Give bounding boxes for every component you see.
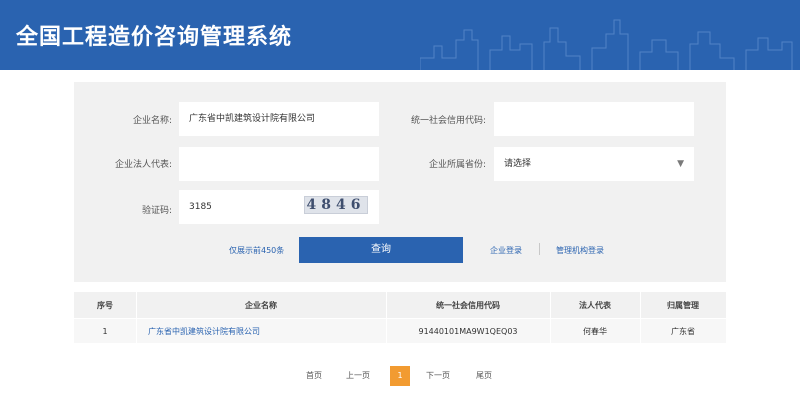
- pagination: 首页 上一页 1 下一页 尾页: [0, 365, 800, 387]
- row-credit-code: 91440101MA9W1QEQ03: [418, 326, 518, 336]
- credit-code-input[interactable]: [494, 102, 694, 136]
- column-divider: [550, 292, 551, 343]
- province-select[interactable]: 请选择 ▼: [494, 147, 694, 181]
- pagination-first[interactable]: 首页: [306, 365, 322, 387]
- company-name-label: 企业名称:: [132, 116, 172, 126]
- company-name-input[interactable]: 广东省中凯建筑设计院有限公司: [179, 102, 379, 136]
- province-label: 企业所属省份:: [428, 160, 486, 170]
- column-header-index: 序号: [97, 300, 113, 310]
- company-name-value: 广东省中凯建筑设计院有限公司: [189, 114, 316, 124]
- app-header: 全国工程造价咨询管理系统: [0, 0, 800, 70]
- pagination-current-page[interactable]: 1: [390, 366, 410, 386]
- captcha-input-value: 3185: [189, 202, 212, 212]
- table-header-row: 序号 企业名称 统一社会信用代码 法人代表 归属管理: [74, 292, 726, 318]
- column-header-credit-code: 统一社会信用代码: [436, 300, 500, 310]
- credit-code-label: 统一社会信用代码:: [410, 116, 486, 126]
- agency-login-link[interactable]: 管理机构登录: [556, 245, 604, 256]
- column-divider: [640, 292, 641, 343]
- province-selected-value: 请选择: [504, 159, 532, 169]
- column-header-jurisdiction: 归属管理: [667, 300, 699, 310]
- table-row: 1 广东省中凯建筑设计院有限公司 91440101MA9W1QEQ03 何春华 …: [74, 319, 726, 343]
- pagination-prev[interactable]: 上一页: [346, 365, 370, 387]
- dropdown-arrow-icon: ▼: [677, 159, 684, 169]
- row-legal-rep: 何春华: [583, 326, 607, 336]
- row-company-name-link[interactable]: 广东省中凯建筑设计院有限公司: [136, 319, 386, 343]
- legal-rep-input[interactable]: [179, 147, 379, 181]
- captcha-image[interactable]: 4846: [304, 196, 368, 214]
- company-login-link[interactable]: 企业登录: [490, 245, 522, 256]
- result-limit-note: 仅展示前450条: [229, 246, 285, 255]
- query-button[interactable]: 查询: [299, 237, 463, 263]
- captcha-label: 验证码:: [141, 206, 172, 216]
- row-jurisdiction: 广东省: [671, 326, 695, 336]
- column-divider: [136, 292, 137, 343]
- page-title: 全国工程造价咨询管理系统: [16, 25, 293, 50]
- column-header-legal-rep: 法人代表: [579, 300, 611, 310]
- link-divider: [539, 243, 540, 255]
- row-index: 1: [102, 326, 108, 336]
- city-skyline-decoration: [420, 19, 793, 70]
- column-divider: [386, 292, 387, 343]
- column-header-company-name: 企业名称: [245, 300, 277, 310]
- pagination-next[interactable]: 下一页: [426, 365, 450, 387]
- legal-rep-label: 企业法人代表:: [114, 160, 172, 170]
- pagination-last[interactable]: 尾页: [476, 365, 492, 387]
